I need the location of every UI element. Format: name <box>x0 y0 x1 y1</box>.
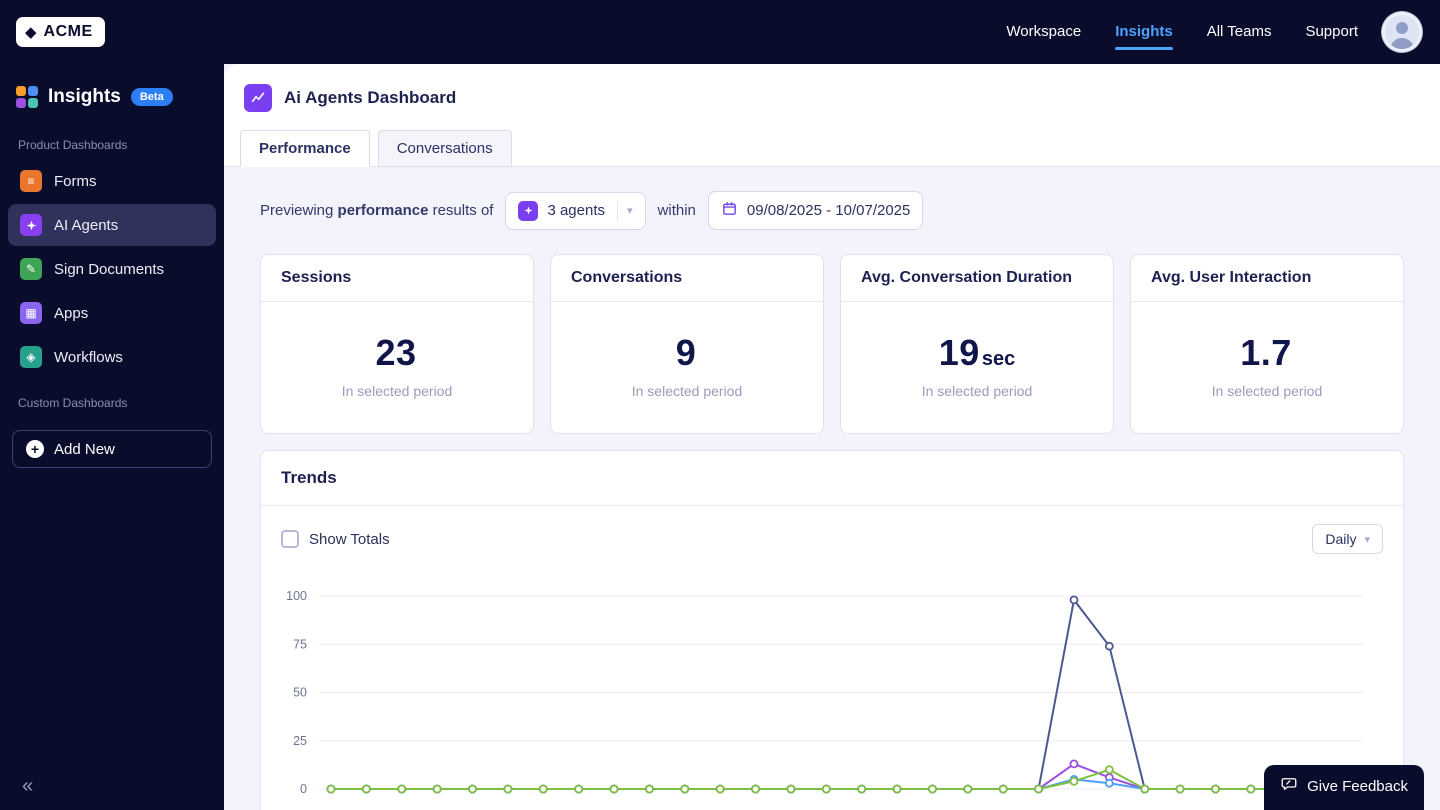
stat-card-avg-user-interaction: Avg. User Interaction 1.7 In selected pe… <box>1130 254 1404 434</box>
stat-value: 9 <box>675 332 697 373</box>
stat-title: Avg. Conversation Duration <box>841 255 1113 302</box>
page-title: Ai Agents Dashboard <box>284 88 457 107</box>
top-navigation: Workspace Insights All Teams Support <box>1006 15 1358 50</box>
forms-icon: ≡ <box>20 170 42 192</box>
dashboard-content: Previewing performance results of 3 agen… <box>224 167 1440 810</box>
filters-row: Previewing performance results of 3 agen… <box>260 191 1404 230</box>
stat-card-avg-conversation-duration: Avg. Conversation Duration 19 sec In sele… <box>840 254 1114 434</box>
stat-title: Sessions <box>261 255 533 302</box>
agents-filter-button[interactable]: 3 agents ▾ <box>505 191 646 230</box>
svg-text:100: 100 <box>286 589 307 603</box>
nav-item-workspace[interactable]: Workspace <box>1006 15 1081 50</box>
nav-item-support[interactable]: Support <box>1305 15 1358 50</box>
nav-item-all-teams[interactable]: All Teams <box>1207 15 1272 50</box>
show-totals-checkbox[interactable] <box>281 530 299 548</box>
main-panel: Ai Agents Dashboard Performance Conversa… <box>224 64 1440 810</box>
date-range-button[interactable]: 09/08/2025 - 10/07/2025 <box>707 191 924 230</box>
svg-text:75: 75 <box>293 637 307 651</box>
topbar: ◆ ACME Workspace Insights All Teams Supp… <box>0 0 1440 64</box>
show-totals-control[interactable]: Show Totals <box>281 530 390 548</box>
sidebar-item-ai-agents[interactable]: AI Agents <box>8 204 216 246</box>
plus-icon: + <box>26 440 44 458</box>
svg-text:25: 25 <box>293 734 307 748</box>
trends-line-chart: 0 25 50 75 100 <box>286 589 1363 796</box>
interval-label: Daily <box>1325 531 1357 547</box>
sidebar-header: Insights Beta <box>0 64 224 122</box>
apps-icon: ▦ <box>20 302 42 324</box>
chevron-down-icon: ▾ <box>627 205 633 217</box>
avatar-head-shape <box>1396 22 1408 34</box>
sidebar-items: ≡ Forms AI Agents ✎ Sign Documents ▦ App… <box>0 160 224 378</box>
dashboard-header: Ai Agents Dashboard Performance Conversa… <box>224 64 1440 167</box>
sidebar-item-apps[interactable]: ▦ Apps <box>8 292 216 334</box>
tab-bar: Performance Conversations <box>224 130 1440 167</box>
add-new-label: Add New <box>54 440 115 458</box>
stat-cards-row: Sessions 23 In selected period Conversat… <box>260 254 1404 434</box>
date-range-label: 09/08/2025 - 10/07/2025 <box>746 202 911 219</box>
stat-subtitle: In selected period <box>1211 383 1323 399</box>
trends-title: Trends <box>261 451 1403 506</box>
workflows-icon: ◈ <box>20 346 42 368</box>
previewing-emphasis: performance <box>337 202 429 219</box>
agent-sparkle-icon <box>518 200 539 221</box>
section-label-custom-dashboards: Custom Dashboards <box>18 396 128 410</box>
section-label-product-dashboards: Product Dashboards <box>18 138 128 152</box>
feedback-bubble-icon <box>1280 775 1298 797</box>
tab-conversations[interactable]: Conversations <box>377 130 512 167</box>
divider <box>617 200 618 221</box>
collapse-sidebar-icon[interactable]: « <box>22 775 33 798</box>
sidebar-item-label: Forms <box>54 172 97 190</box>
sidebar-item-label: Workflows <box>54 348 123 366</box>
chevron-down-icon: ▾ <box>1364 533 1370 546</box>
feedback-label: Give Feedback <box>1307 777 1408 795</box>
dashboard-title-row: Ai Agents Dashboard <box>224 64 1440 130</box>
stat-value: 19 <box>938 332 980 373</box>
stat-subtitle: In selected period <box>631 383 743 399</box>
stat-subtitle: In selected period <box>341 383 453 399</box>
stat-value: 23 <box>375 332 417 373</box>
stat-subtitle: In selected period <box>921 383 1033 399</box>
stat-value: 1.7 <box>1240 332 1292 373</box>
interval-dropdown[interactable]: Daily ▾ <box>1312 524 1383 554</box>
insights-logo-icon <box>16 86 38 108</box>
beta-badge: Beta <box>130 88 173 106</box>
sidebar-item-label: Sign Documents <box>54 260 165 278</box>
ai-agents-icon <box>20 214 42 236</box>
trends-card: Trends Show Totals Daily ▾ 0 25 50 75 100 <box>260 450 1404 810</box>
show-totals-label: Show Totals <box>309 530 390 548</box>
stat-title: Conversations <box>551 255 823 302</box>
dashboard-chart-icon <box>244 84 272 112</box>
give-feedback-button[interactable]: Give Feedback <box>1264 765 1424 810</box>
add-new-button[interactable]: + Add New <box>12 430 212 468</box>
stat-title: Avg. User Interaction <box>1131 255 1403 302</box>
sidebar-item-label: Apps <box>54 304 89 322</box>
sidebar-item-label: AI Agents <box>54 216 119 234</box>
svg-text:0: 0 <box>300 782 307 796</box>
sidebar-title: Insights <box>48 86 121 107</box>
sign-documents-icon: ✎ <box>20 258 42 280</box>
agents-filter-label: 3 agents <box>547 202 605 219</box>
nav-item-insights[interactable]: Insights <box>1115 15 1173 50</box>
calendar-icon <box>721 200 738 221</box>
stat-unit: sec <box>981 348 1016 370</box>
user-avatar[interactable] <box>1382 12 1422 52</box>
within-label: within <box>657 202 696 219</box>
stat-card-conversations: Conversations 9 In selected period <box>550 254 824 434</box>
trends-controls: Show Totals Daily ▾ <box>281 524 1383 554</box>
sidebar-item-workflows[interactable]: ◈ Workflows <box>8 336 216 378</box>
acme-logo[interactable]: ◆ ACME <box>16 17 105 47</box>
stat-card-sessions: Sessions 23 In selected period <box>260 254 534 434</box>
sidebar: Insights Beta Product Dashboards ≡ Forms… <box>0 64 224 810</box>
acme-logo-text: ACME <box>43 23 93 40</box>
avatar-body-shape <box>1390 38 1414 49</box>
sidebar-item-forms[interactable]: ≡ Forms <box>8 160 216 202</box>
svg-text:50: 50 <box>293 686 307 700</box>
acme-logo-icon: ◆ <box>25 23 37 41</box>
sidebar-item-sign-documents[interactable]: ✎ Sign Documents <box>8 248 216 290</box>
previewing-text: Previewing performance results of <box>260 202 494 219</box>
trends-chart-area: 0 25 50 75 100 <box>281 588 1383 810</box>
tab-performance[interactable]: Performance <box>240 130 370 167</box>
